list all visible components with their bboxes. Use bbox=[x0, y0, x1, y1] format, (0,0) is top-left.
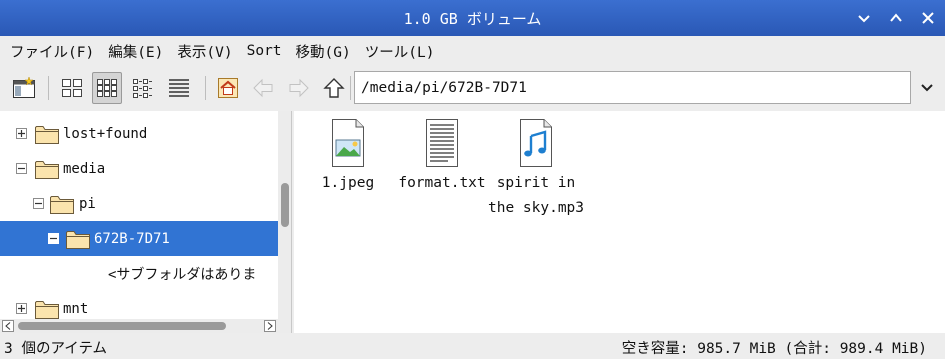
collapse-icon[interactable] bbox=[48, 233, 59, 244]
text-file-icon bbox=[426, 119, 458, 167]
file-view[interactable]: 1.jpeg format.txt spirit in the sky.mp3 bbox=[294, 111, 945, 333]
up-button[interactable] bbox=[319, 72, 349, 104]
file-item[interactable]: 1.jpeg bbox=[298, 115, 398, 196]
scroll-left-icon[interactable] bbox=[2, 320, 14, 332]
audio-file-icon bbox=[520, 119, 552, 167]
chevron-down-icon bbox=[921, 83, 933, 91]
file-name-line2: the sky.mp3 bbox=[487, 200, 585, 216]
toolbar: /media/pi/672B-7D71 bbox=[0, 66, 945, 110]
up-arrow-icon bbox=[323, 78, 345, 98]
tree-item-label: mnt bbox=[63, 300, 89, 317]
tree-item-media[interactable]: media bbox=[0, 151, 278, 186]
location-path: /media/pi/672B-7D71 bbox=[361, 79, 527, 96]
tree-vertical-scrollbar[interactable] bbox=[278, 111, 291, 319]
file-name: format.txt bbox=[398, 175, 486, 191]
file-item[interactable]: spirit in the sky.mp3 bbox=[486, 115, 586, 221]
icon-view-icon bbox=[62, 79, 82, 97]
maximize-icon[interactable] bbox=[887, 9, 905, 27]
file-item[interactable]: format.txt bbox=[392, 115, 492, 196]
compact-view-button[interactable] bbox=[128, 72, 158, 104]
menu-tools[interactable]: ツール(L) bbox=[365, 41, 435, 62]
menu-sort[interactable]: Sort bbox=[247, 43, 282, 59]
tree-item-lost-found[interactable]: lost+found bbox=[0, 116, 278, 151]
back-arrow-icon bbox=[253, 78, 273, 98]
menu-go[interactable]: 移動(G) bbox=[296, 41, 351, 62]
tree-item-label: 672B-7D71 bbox=[94, 230, 170, 247]
tree-item-672b-7d71[interactable]: 672B-7D71 bbox=[0, 221, 278, 256]
location-dropdown[interactable] bbox=[913, 71, 941, 104]
collapse-icon[interactable] bbox=[33, 198, 44, 209]
tree-item-placeholder: <サブフォルダはありま bbox=[0, 256, 278, 291]
forward-button[interactable] bbox=[284, 72, 314, 104]
home-icon bbox=[218, 78, 238, 98]
window-controls bbox=[855, 0, 937, 36]
forward-arrow-icon bbox=[289, 78, 309, 98]
free-space: 空き容量: 985.7 MiB (合計: 989.4 MiB) bbox=[621, 340, 927, 357]
thumbnail-view-icon bbox=[97, 79, 117, 97]
new-window-icon bbox=[13, 77, 35, 98]
minimize-icon[interactable] bbox=[855, 9, 873, 27]
new-window-button[interactable] bbox=[9, 72, 39, 104]
status-bar: 3 個のアイテム 空き容量: 985.7 MiB (合計: 989.4 MiB) bbox=[0, 335, 945, 359]
location-bar[interactable]: /media/pi/672B-7D71 bbox=[354, 71, 911, 104]
folder-icon bbox=[35, 125, 59, 144]
expand-icon[interactable] bbox=[16, 128, 27, 139]
tree-item-label: lost+found bbox=[63, 125, 148, 142]
folder-tree[interactable]: lost+found media pi 672B-7D71 <サブフォルダはあり… bbox=[0, 111, 292, 333]
home-button[interactable] bbox=[213, 72, 243, 104]
scrollbar-thumb[interactable] bbox=[18, 322, 226, 330]
title-bar: 1.0 GB ボリューム bbox=[0, 0, 945, 36]
close-icon[interactable] bbox=[919, 9, 937, 27]
icon-view-button[interactable] bbox=[57, 72, 87, 104]
collapse-icon[interactable] bbox=[16, 163, 27, 174]
no-subfolders-text: <サブフォルダはありま bbox=[108, 266, 257, 283]
tree-horizontal-scrollbar[interactable] bbox=[0, 319, 291, 333]
detail-list-icon bbox=[169, 79, 189, 97]
expand-icon[interactable] bbox=[16, 303, 27, 314]
thumbnail-view-button[interactable] bbox=[92, 72, 122, 104]
folder-icon bbox=[50, 195, 74, 214]
window-title: 1.0 GB ボリューム bbox=[403, 9, 542, 28]
menu-bar: ファイル(F) 編集(E) 表示(V) Sort 移動(G) ツール(L) bbox=[0, 36, 945, 66]
folder-icon bbox=[35, 160, 59, 179]
scrollbar-thumb[interactable] bbox=[281, 183, 289, 227]
scroll-right-icon[interactable] bbox=[264, 320, 276, 332]
menu-file[interactable]: ファイル(F) bbox=[10, 41, 94, 62]
tree-item-label: media bbox=[63, 160, 106, 177]
file-name: spirit in bbox=[496, 175, 576, 191]
menu-view[interactable]: 表示(V) bbox=[177, 41, 232, 62]
file-name: 1.jpeg bbox=[321, 175, 375, 191]
compact-view-icon bbox=[133, 79, 152, 98]
detail-list-button[interactable] bbox=[164, 72, 194, 104]
folder-icon bbox=[66, 230, 90, 249]
tree-item-pi[interactable]: pi bbox=[0, 186, 278, 221]
tree-item-label: pi bbox=[79, 195, 96, 212]
menu-edit[interactable]: 編集(E) bbox=[108, 41, 163, 62]
folder-icon bbox=[35, 300, 59, 319]
item-count: 3 個のアイテム bbox=[4, 340, 108, 357]
image-file-icon bbox=[332, 119, 364, 167]
back-button[interactable] bbox=[248, 72, 278, 104]
